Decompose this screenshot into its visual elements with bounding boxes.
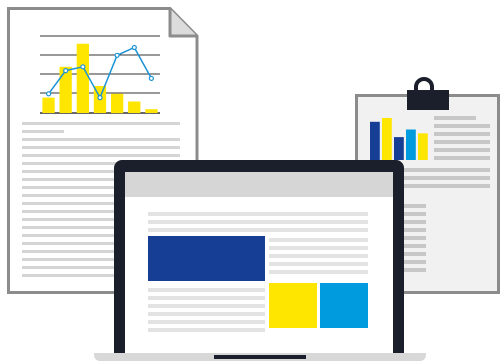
clipboard-line [434,148,490,152]
screen-line [148,228,368,232]
laptop-icon [94,160,426,363]
screen-line [269,262,368,266]
clipboard-line [434,156,490,160]
document-chart-bar [42,97,55,113]
clipboard-line [434,140,490,144]
document-chart-point [131,44,137,51]
screen-line [148,296,265,300]
screen-line [148,328,265,332]
document-chart-point [46,91,52,97]
laptop-notch [214,355,306,359]
content-block-dark-blue [148,236,265,281]
screen-line [269,270,368,274]
document-chart [38,34,162,116]
document-line [22,154,180,157]
clipboard-chart-bar [418,133,428,160]
content-block-yellow [269,283,317,328]
screen-line [148,220,368,224]
screen-line [148,304,265,308]
clipboard-chart-svg [370,118,428,160]
screen-line [269,238,368,242]
document-chart-point [63,67,69,74]
document-chart-point [148,75,155,82]
document-chart-bar [111,93,124,114]
screen-line [148,212,368,216]
laptop-display [125,172,393,357]
document-chart-svg [40,35,160,114]
document-chart-bar [128,101,141,113]
screen-line [148,288,265,292]
document-chart-bar [145,109,158,113]
document-chart-bar [76,43,89,114]
browser-title-bar [125,172,393,197]
screen-line [269,246,368,250]
clipboard-chart [369,116,431,162]
screen-line [269,254,368,258]
document-line [22,146,180,149]
document-line [22,130,64,133]
document-line [22,122,180,125]
document-chart-point [80,64,86,70]
clipboard-line [434,124,490,128]
document-line [22,138,180,141]
clipboard-line [434,116,476,120]
document-chart-point [114,52,120,58]
clipboard-chart-bar [394,137,404,160]
clipboard-chart-bar [382,118,392,160]
screen-line [148,312,265,316]
clipboard-chart-bar [406,129,416,160]
clipboard-line [434,132,490,136]
clipboard-chart-bar [370,121,380,160]
screen-line [148,320,265,324]
content-block-bright-blue [320,283,368,328]
document-chart-point [97,94,103,101]
document-chart-bar [59,66,72,113]
